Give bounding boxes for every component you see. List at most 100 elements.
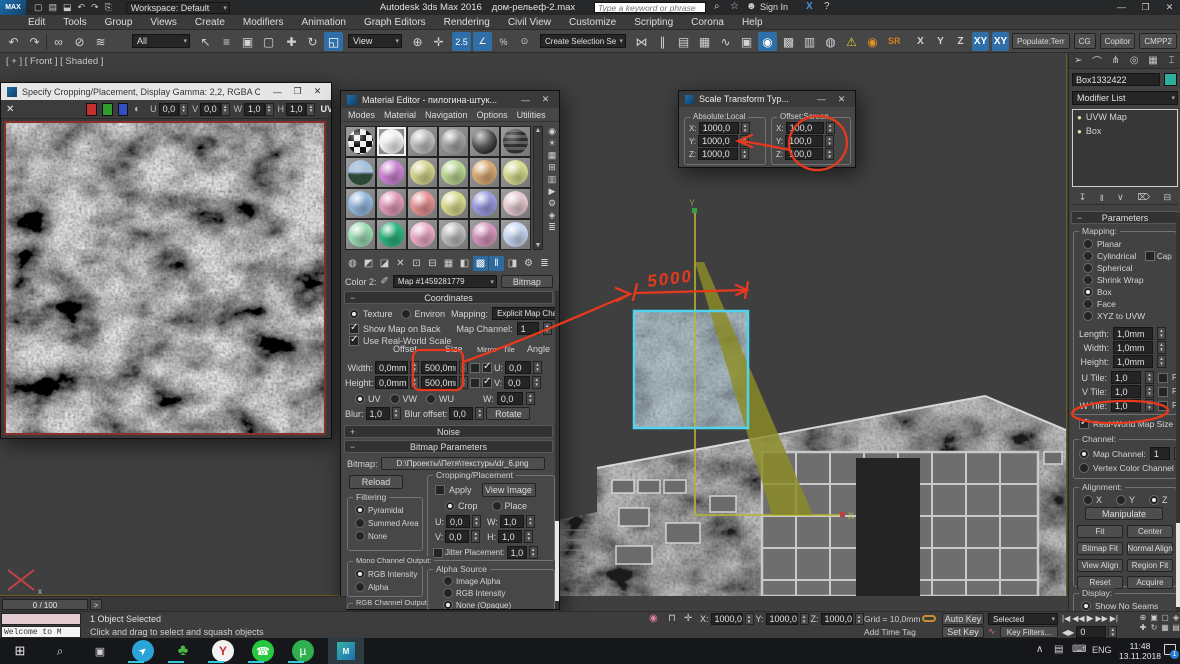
alpha-source-option[interactable]: Image Alpha (443, 576, 511, 586)
undo-quick-icon[interactable]: ↶ (78, 2, 86, 13)
mapping-option[interactable]: Planar (1083, 239, 1173, 248)
select-and-move-icon[interactable]: ✚ (282, 32, 301, 51)
mapping-dropdown[interactable]: Explicit Map Channel▾ (492, 307, 560, 320)
green-channel-button[interactable] (102, 103, 113, 116)
filtering-radio[interactable] (355, 505, 365, 515)
v-tile-spinner[interactable] (1145, 385, 1154, 398)
put-to-library-icon[interactable]: ⊟ (425, 256, 440, 271)
offset-axis-spinner[interactable] (825, 148, 834, 160)
angle-v-field[interactable]: 0,0 (504, 376, 530, 389)
show-background-icon[interactable]: ◧ (457, 256, 472, 271)
material-sample-slot[interactable] (469, 157, 500, 188)
width-size-spinner[interactable] (459, 361, 468, 374)
background-icon[interactable]: ▦ (545, 150, 559, 161)
alignment-button[interactable]: Acquire (1127, 576, 1173, 589)
telegram-icon[interactable]: ➤ (132, 640, 154, 662)
noise-rollout-header[interactable]: +Noise (344, 425, 553, 438)
material-sample-slot[interactable] (469, 126, 500, 157)
modifier-visibility-icon[interactable]: ● (1077, 127, 1082, 136)
alpha-source-radio[interactable] (443, 576, 453, 586)
height-size-field[interactable]: 500,0mm (421, 376, 457, 389)
mapping-radio[interactable] (1083, 287, 1093, 297)
video-color-check-icon[interactable]: ▥ (545, 174, 559, 185)
material-editor-menu-item[interactable]: Options (477, 110, 508, 120)
me-close-button[interactable]: ✕ (538, 94, 553, 105)
exchange-icon[interactable]: X (806, 1, 813, 12)
crop-h-field[interactable]: 1,0 (286, 103, 306, 116)
map-channel-radio[interactable] (1079, 449, 1089, 459)
options-icon[interactable]: ⚙ (545, 198, 559, 209)
angle-w-spinner[interactable] (526, 392, 535, 405)
next-frame-button[interactable]: > (90, 599, 102, 610)
material-sample-slot[interactable] (376, 219, 407, 250)
custom-toolbar-button[interactable]: CG (1074, 33, 1096, 49)
bitmap-parameters-rollout-header[interactable]: −Bitmap Parameters (344, 440, 553, 453)
unlink-selection-icon[interactable]: ⊘ (70, 32, 89, 51)
mapping-radio[interactable] (1083, 299, 1093, 309)
vw-radio[interactable] (390, 394, 400, 404)
vertex-color-radio[interactable] (1079, 463, 1089, 473)
mapping-radio[interactable] (1083, 251, 1093, 261)
material-editor-menu-item[interactable]: Material (384, 110, 416, 120)
crop-window-titlebar[interactable]: Specify Cropping/Placement, Display Gamm… (1, 83, 331, 100)
crop-u-field[interactable]: 0,0 (159, 103, 179, 116)
status-y-spinner[interactable] (800, 613, 809, 625)
select-and-rotate-icon[interactable]: ↻ (303, 32, 322, 51)
bp-w-field[interactable]: 1,0 (500, 515, 524, 528)
crop-w-field[interactable]: 1,0 (244, 103, 264, 116)
mapping-option[interactable]: Box (1083, 287, 1173, 296)
jitter-field[interactable]: 1,0 (507, 546, 527, 559)
selection-filter-dropdown[interactable]: All▾ (132, 34, 190, 48)
angle-snap-icon[interactable]: ∠ (473, 32, 492, 51)
jitter-spinner[interactable] (529, 546, 538, 559)
mapping-option[interactable]: Spherical (1083, 263, 1173, 272)
mono-radio[interactable] (355, 582, 365, 592)
menu-item[interactable]: Animation (299, 16, 347, 29)
blue-channel-button[interactable] (118, 103, 129, 116)
ribbon-icon[interactable]: ▦ (695, 32, 714, 51)
menu-item[interactable]: Rendering (442, 16, 492, 29)
height-field[interactable]: 1,0mm (1113, 355, 1153, 368)
scale-minimize-button[interactable]: — (814, 94, 829, 104)
align-axis-radio[interactable] (1116, 495, 1126, 505)
material-options-icon[interactable]: ⚙ (521, 256, 536, 271)
filtering-option[interactable]: Summed Area (355, 518, 419, 528)
mapping-option[interactable]: Face (1083, 299, 1173, 308)
start-button[interactable]: ⊞ (0, 643, 40, 659)
crop-v-spinner[interactable] (221, 103, 230, 116)
align-icon[interactable]: ∥ (653, 32, 672, 51)
offset-axis-field[interactable]: 100,0 (786, 122, 824, 134)
absolute-axis-spinner[interactable] (740, 135, 749, 147)
menu-item[interactable]: Tools (61, 16, 88, 29)
show-map-in-viewport-icon[interactable]: ▩ (473, 256, 488, 271)
viewport-label[interactable]: [ + ] [ Front ] [ Shaded ] (6, 56, 103, 67)
real-world-map-size-checkbox[interactable] (1079, 419, 1089, 429)
align-axis-option[interactable]: Y (1116, 495, 1135, 505)
u-tile-spinner[interactable] (1145, 371, 1154, 384)
go-to-start-icon[interactable]: |◀ (1062, 614, 1070, 623)
material-sample-slot[interactable] (500, 219, 531, 250)
show-map-on-back-checkbox[interactable] (349, 324, 359, 334)
select-object-icon[interactable]: ↖ (196, 32, 215, 51)
maxscript-mini-listener[interactable]: Welcome to M (1, 626, 81, 638)
height-offset-spinner[interactable] (410, 376, 419, 389)
height-offset-field[interactable]: 0,0mm (375, 376, 408, 389)
material-sample-slot[interactable] (500, 126, 531, 157)
u-flip-checkbox[interactable] (1158, 373, 1168, 383)
utilities-tab-icon[interactable]: ⌶ (1163, 55, 1180, 66)
status-x-field[interactable]: 1000,0 (711, 613, 743, 625)
material-editor-menu-item[interactable]: Navigation (425, 110, 468, 120)
show-end-result-icon[interactable]: ‖ (489, 256, 504, 271)
bp-h-spinner[interactable] (524, 530, 533, 543)
scale-close-button[interactable]: ✕ (834, 94, 849, 105)
network-icon[interactable]: ▤ (1054, 644, 1063, 655)
crop-close-icon[interactable]: ✕ (6, 104, 14, 115)
material-id-channel-icon[interactable]: ▦ (441, 256, 456, 271)
save-file-icon[interactable]: ⬓ (63, 2, 72, 13)
axis-constraint-button[interactable]: Z (952, 32, 969, 51)
search-icon[interactable]: ⌕ (714, 1, 720, 12)
taskbar-search-icon[interactable]: ⌕ (40, 644, 80, 659)
make-preview-icon[interactable]: ▶ (545, 186, 559, 197)
menu-item[interactable]: Modifiers (241, 16, 286, 29)
object-name-field[interactable]: Box1332422 (1072, 73, 1160, 86)
